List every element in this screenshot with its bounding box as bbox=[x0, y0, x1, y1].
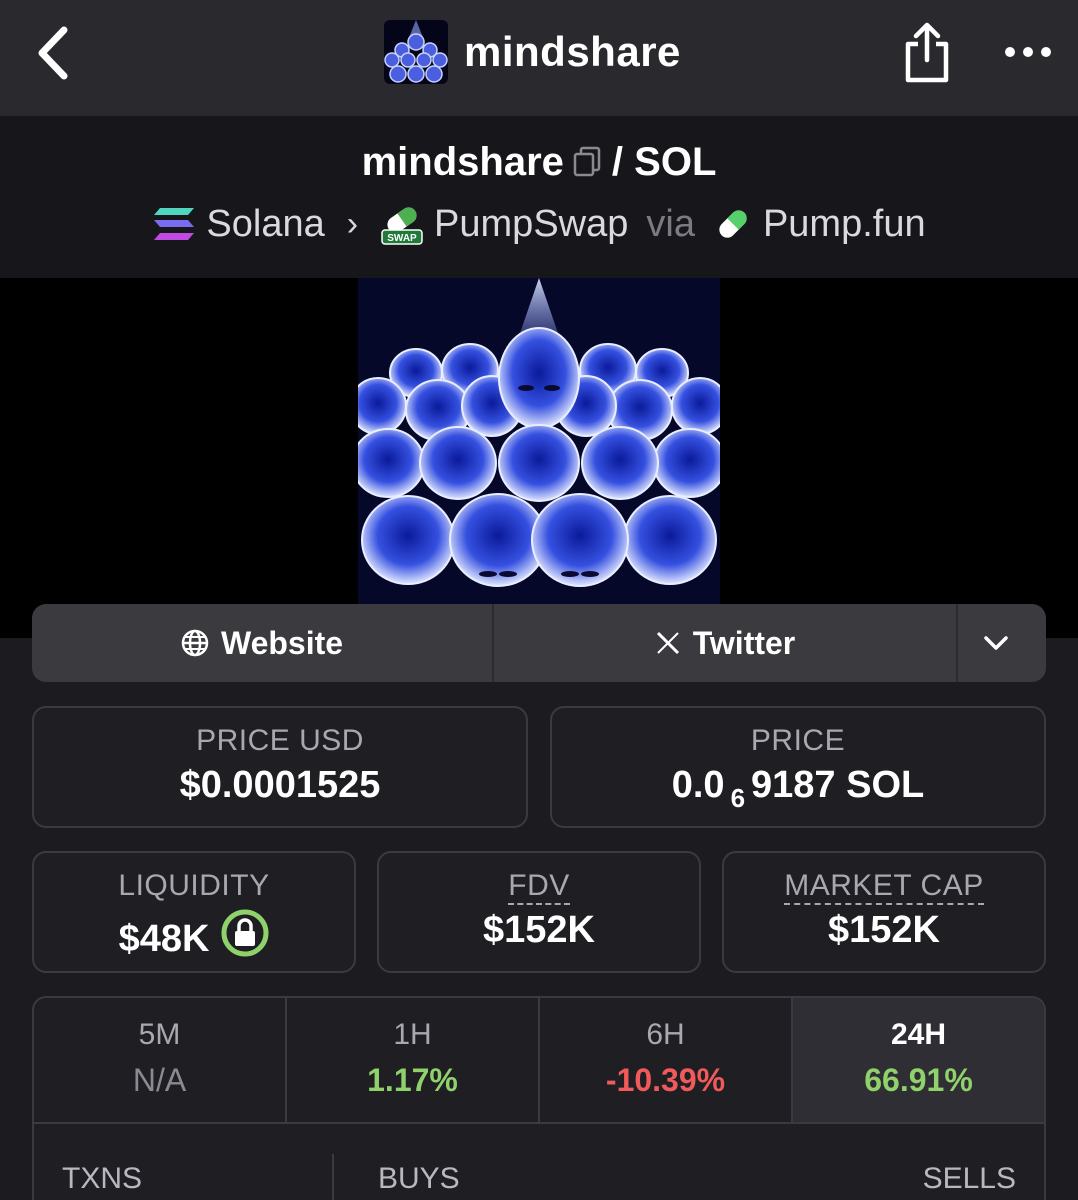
twitter-label: Twitter bbox=[692, 624, 796, 661]
price-usd-label: PRICE USD bbox=[196, 724, 364, 757]
market-cap-label-wrap: MARKET CAP bbox=[724, 869, 1044, 905]
tab-5m[interactable]: 5M N/A bbox=[34, 998, 287, 1122]
website-button[interactable]: Website bbox=[32, 604, 494, 682]
pumpswap-icon: SWAP bbox=[381, 207, 423, 245]
token-title: mindshare bbox=[384, 20, 681, 84]
liquidity-value: $48K bbox=[34, 909, 354, 961]
buys-label: BUYS bbox=[378, 1162, 460, 1195]
sells-label: SELLS bbox=[922, 1162, 1016, 1195]
tab-6h-value: -10.39% bbox=[605, 1062, 726, 1098]
price-sol-zeros: 6 bbox=[730, 783, 746, 813]
website-label: Website bbox=[220, 624, 344, 661]
tab-1h-value: 1.17% bbox=[367, 1062, 458, 1098]
via-label: via bbox=[646, 202, 695, 245]
txns-label: TXNS bbox=[62, 1162, 143, 1195]
market-cap-card: MARKET CAP $152K bbox=[722, 851, 1046, 973]
timeframe-tabs: 5M N/A 1H 1.17% 6H -10.39% 24H 66.91% bbox=[34, 998, 1044, 1124]
tab-24h-label: 24H bbox=[890, 1018, 947, 1051]
txns-row: TXNS BUYS SELLS bbox=[34, 1124, 1044, 1200]
tab-24h[interactable]: 24H 66.91% bbox=[793, 998, 1044, 1122]
chain-network[interactable]: Solana bbox=[206, 203, 324, 246]
chevron-left-icon[interactable] bbox=[30, 22, 78, 84]
price-usd-value: $0.0001525 bbox=[179, 764, 381, 806]
svg-text:SWAP: SWAP bbox=[387, 233, 417, 244]
liquidity-label: LIQUIDITY bbox=[118, 869, 270, 902]
solana-icon bbox=[154, 208, 195, 240]
chevron-down-icon bbox=[984, 636, 1008, 650]
twitter-button[interactable]: Twitter bbox=[494, 604, 958, 682]
token-banner bbox=[0, 278, 1078, 638]
pair-quote: SOL bbox=[634, 140, 717, 184]
pumpfun-icon bbox=[719, 210, 747, 238]
liquidity-amount: $48K bbox=[118, 918, 210, 960]
more-links-dropdown[interactable] bbox=[958, 604, 1046, 682]
tab-5m-label: 5M bbox=[138, 1018, 181, 1051]
copy-icon[interactable] bbox=[572, 145, 602, 177]
txns-divider bbox=[332, 1154, 334, 1200]
lock-icon[interactable] bbox=[221, 909, 269, 957]
pair-name: mindshare / SOL bbox=[0, 140, 1078, 185]
price-sol-prefix: 0.0 bbox=[671, 764, 725, 806]
price-sol-rest: 9187 SOL bbox=[751, 764, 925, 806]
top-bar: mindshare bbox=[0, 0, 1078, 116]
token-avatar bbox=[384, 20, 448, 84]
links-bar: Website Twitter bbox=[32, 604, 1046, 682]
pair-separator: / bbox=[611, 140, 624, 184]
fdv-label-wrap: FDV bbox=[379, 869, 699, 905]
price-sol-label: PRICE bbox=[750, 724, 846, 757]
tab-24h-value: 66.91% bbox=[864, 1062, 973, 1098]
price-change-panel: 5M N/A 1H 1.17% 6H -10.39% 24H 66.91% TX… bbox=[32, 996, 1046, 1200]
tab-6h-label: 6H bbox=[646, 1018, 685, 1051]
chain-dex[interactable]: PumpSwap bbox=[434, 203, 628, 246]
more-icon[interactable] bbox=[1004, 40, 1052, 64]
chain-breadcrumb: Solana › SWAP PumpSwap via Pump.fun bbox=[0, 202, 1078, 246]
fdv-value: $152K bbox=[483, 909, 595, 951]
chain-launchpad[interactable]: Pump.fun bbox=[763, 203, 926, 246]
market-cap-label[interactable]: MARKET CAP bbox=[784, 869, 984, 905]
pair-base: mindshare bbox=[361, 140, 564, 184]
page-title: mindshare bbox=[464, 28, 681, 75]
market-cap-value: $152K bbox=[828, 909, 940, 951]
price-sol-card: PRICE 0.0 6 9187 SOL bbox=[550, 706, 1046, 828]
tab-1h-label: 1H bbox=[393, 1018, 432, 1051]
tab-5m-value: N/A bbox=[132, 1062, 187, 1098]
fdv-card: FDV $152K bbox=[377, 851, 701, 973]
price-sol-value: 0.0 6 9187 SOL bbox=[552, 764, 1044, 813]
chevron-right-icon: › bbox=[346, 204, 359, 243]
globe-icon bbox=[181, 629, 209, 657]
tab-1h[interactable]: 1H 1.17% bbox=[287, 998, 540, 1122]
price-usd-card: PRICE USD $0.0001525 bbox=[32, 706, 528, 828]
liquidity-card: LIQUIDITY $48K bbox=[32, 851, 356, 973]
share-icon[interactable] bbox=[900, 20, 954, 84]
fdv-label[interactable]: FDV bbox=[508, 869, 570, 905]
tab-6h[interactable]: 6H -10.39% bbox=[540, 998, 793, 1122]
token-image bbox=[358, 278, 720, 604]
x-logo-icon bbox=[656, 631, 679, 655]
